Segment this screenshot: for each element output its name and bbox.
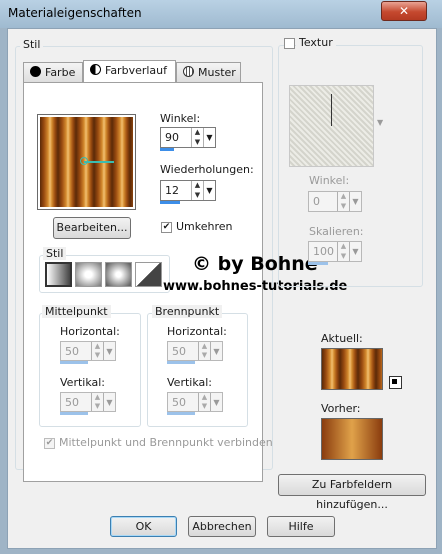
- mittelpunkt-horizontal-value: 50: [65, 345, 79, 358]
- pattern-icon: [183, 66, 194, 77]
- textur-skalieren-value: 100: [313, 245, 334, 258]
- center-handle[interactable]: [80, 157, 88, 165]
- winkel-label: Winkel:: [160, 112, 201, 125]
- solid-color-icon: [30, 66, 41, 77]
- mittelpunkt-vertikal-stepper[interactable]: ▲ ▼: [91, 393, 103, 411]
- chevron-down-icon[interactable]: ▼: [349, 242, 361, 261]
- brennpunkt-horizontal-stepper[interactable]: ▲ ▼: [198, 342, 210, 360]
- swap-icon[interactable]: [389, 376, 402, 389]
- chevron-down-icon[interactable]: ▼: [210, 342, 222, 360]
- add-to-swatches-button[interactable]: Zu Farbfeldern hinzufügen...: [278, 474, 426, 511]
- brennpunkt-horizontal-spinner[interactable]: 50 ▲ ▼ ▼: [167, 341, 223, 361]
- tab-farbe[interactable]: Farbe: [23, 62, 83, 82]
- previous-material-swatch[interactable]: [321, 418, 383, 460]
- stil-group-label: Stil: [20, 38, 44, 51]
- gradient-preview-frame: [37, 114, 136, 210]
- link-points-label: Mittelpunkt und Brennpunkt verbinden: [59, 436, 273, 449]
- tab-muster[interactable]: Muster: [176, 62, 241, 82]
- textur-label: Textur: [296, 36, 336, 49]
- textur-winkel-spinner[interactable]: 0 ▲ ▼ ▼: [308, 191, 362, 212]
- brennpunkt-label: Brennpunkt: [152, 305, 223, 318]
- cancel-button[interactable]: Abbrechen: [188, 516, 256, 537]
- mittelpunkt-vertikal-slider[interactable]: [60, 412, 88, 415]
- textur-winkel-stepper[interactable]: ▲ ▼: [337, 192, 349, 211]
- radial-style-button[interactable]: [105, 262, 132, 287]
- mittelpunkt-label: Mittelpunkt: [42, 305, 111, 318]
- mittelpunkt-horizontal-spinner[interactable]: 50 ▲ ▼ ▼: [60, 341, 116, 361]
- ok-button[interactable]: OK: [110, 516, 177, 537]
- brennpunkt-vertikal-spinner[interactable]: 50 ▲ ▼ ▼: [167, 392, 223, 412]
- mittelpunkt-vertikal-label: Vertikal:: [60, 376, 106, 389]
- gradient-icon: [90, 64, 101, 75]
- brennpunkt-vertikal-label: Vertikal:: [167, 376, 213, 389]
- linear-style-button[interactable]: [45, 262, 72, 287]
- textur-skalieren-spinner[interactable]: 100 ▲ ▼ ▼: [308, 241, 362, 262]
- help-button[interactable]: Hilfe: [267, 516, 335, 537]
- textur-skalieren-slider[interactable]: [308, 262, 328, 265]
- style-group-label: Stil: [43, 247, 67, 260]
- current-material-swatch[interactable]: [321, 348, 383, 390]
- close-button[interactable]: ✕: [381, 1, 427, 21]
- vorher-label: Vorher:: [321, 402, 361, 415]
- textur-checkbox[interactable]: [284, 38, 295, 49]
- mittelpunkt-vertikal-value: 50: [65, 396, 79, 409]
- textur-skalieren-label: Skalieren:: [309, 225, 364, 238]
- umkehren-label: Umkehren: [176, 220, 233, 233]
- wiederholungen-label: Wiederholungen:: [160, 163, 254, 176]
- textur-winkel-value: 0: [313, 195, 320, 208]
- brennpunkt-vertikal-value: 50: [172, 396, 186, 409]
- mittelpunkt-horizontal-stepper[interactable]: ▲ ▼: [91, 342, 103, 360]
- mittelpunkt-vertikal-spinner[interactable]: 50 ▲ ▼ ▼: [60, 392, 116, 412]
- chevron-down-icon[interactable]: ▼: [103, 393, 115, 411]
- winkel-spinner[interactable]: 90 ▲ ▼ ▼: [160, 127, 216, 148]
- wiederholungen-stepper[interactable]: ▲ ▼: [191, 181, 203, 200]
- texture-angle-line: [331, 94, 332, 126]
- textur-skalieren-stepper[interactable]: ▲ ▼: [337, 242, 349, 261]
- tab-farbverlauf[interactable]: Farbverlauf: [83, 60, 176, 82]
- winkel-stepper[interactable]: ▲ ▼: [191, 128, 203, 147]
- brennpunkt-horizontal-slider[interactable]: [167, 361, 195, 364]
- chevron-down-icon[interactable]: ▼: [349, 192, 361, 211]
- brennpunkt-horizontal-label: Horizontal:: [167, 325, 227, 338]
- tab-farbverlauf-label: Farbverlauf: [105, 64, 168, 77]
- edit-gradient-button[interactable]: Bearbeiten...: [53, 217, 131, 239]
- tab-muster-label: Muster: [198, 66, 236, 79]
- brennpunkt-vertikal-slider[interactable]: [167, 412, 195, 415]
- mittelpunkt-horizontal-label: Horizontal:: [60, 325, 120, 338]
- textur-winkel-label: Winkel:: [309, 174, 350, 187]
- chevron-down-icon[interactable]: ▼: [377, 118, 383, 127]
- texture-preview[interactable]: [289, 85, 374, 167]
- sunburst-style-button[interactable]: [135, 262, 162, 287]
- wiederholungen-slider[interactable]: [160, 201, 180, 204]
- chevron-down-icon[interactable]: ▼: [210, 393, 222, 411]
- gradient-preview[interactable]: [40, 117, 133, 207]
- swap-icon-inner: [392, 379, 397, 384]
- link-points-checkbox[interactable]: ✔: [44, 438, 55, 449]
- aktuell-label: Aktuell:: [321, 332, 363, 345]
- chevron-down-icon[interactable]: ▼: [203, 181, 215, 200]
- wiederholungen-spinner[interactable]: 12 ▲ ▼ ▼: [160, 180, 216, 201]
- winkel-slider[interactable]: [160, 148, 174, 151]
- rectangular-style-button[interactable]: [75, 262, 102, 287]
- brennpunkt-horizontal-value: 50: [172, 345, 186, 358]
- brennpunkt-vertikal-stepper[interactable]: ▲ ▼: [198, 393, 210, 411]
- chevron-down-icon[interactable]: ▼: [103, 342, 115, 360]
- chevron-down-icon[interactable]: ▼: [203, 128, 215, 147]
- window-title: Materialeigenschaften: [8, 6, 142, 20]
- mittelpunkt-horizontal-slider[interactable]: [60, 361, 88, 364]
- tab-farbe-label: Farbe: [45, 66, 76, 79]
- wiederholungen-value: 12: [165, 184, 179, 197]
- angle-handle-line: [84, 161, 114, 163]
- winkel-value: 90: [165, 131, 179, 144]
- umkehren-checkbox[interactable]: ✔: [161, 222, 172, 233]
